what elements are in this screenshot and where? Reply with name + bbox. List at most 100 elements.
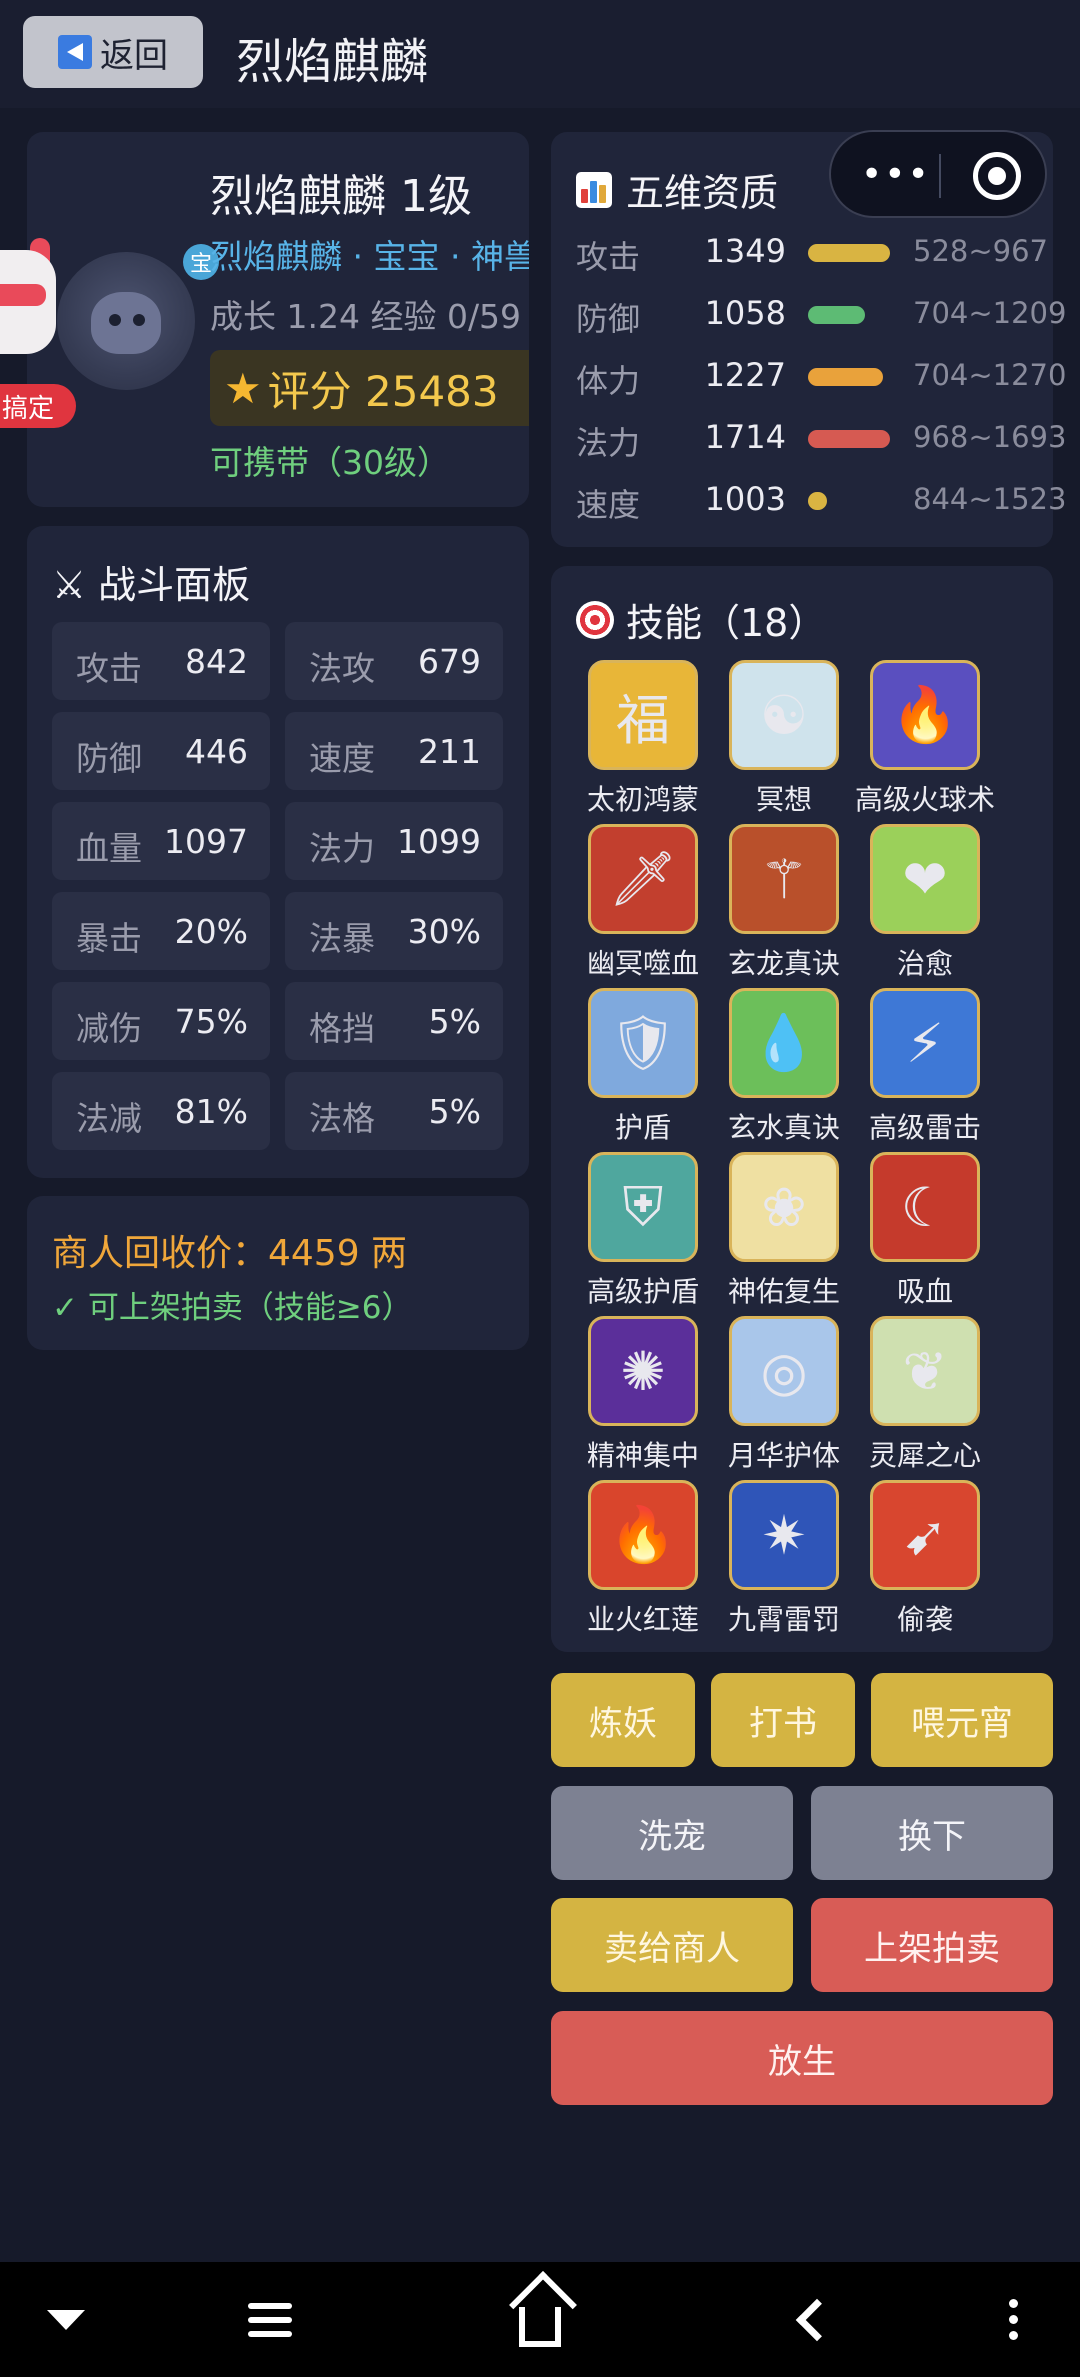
attribute-row: 体力 1227 704~1270 xyxy=(576,352,1066,402)
nav-down-icon[interactable] xyxy=(21,2262,111,2377)
attribute-bar xyxy=(808,492,890,510)
back-nav-icon[interactable] xyxy=(765,2262,855,2377)
skill-item[interactable]: 🔥 业火红莲 xyxy=(573,1480,713,1640)
attribute-value: 1227 xyxy=(704,356,786,394)
battle-stat-label: 防御 xyxy=(76,739,142,778)
wash-pet-button[interactable]: 洗宠 xyxy=(551,1786,793,1880)
sell-merchant-button[interactable]: 卖给商人 xyxy=(551,1898,793,1992)
carry-level: 可携带（30级） xyxy=(210,443,450,482)
score-box: ★ 评分 25483 xyxy=(210,350,529,426)
pet-name-level: 烈焰麒麟 1级 xyxy=(210,171,472,222)
attribute-range: 528~967 xyxy=(913,234,1049,268)
mascot-assistant-icon[interactable] xyxy=(0,238,62,370)
more-icon[interactable]: ••• xyxy=(861,154,931,195)
skill-item[interactable]: 🔥 高级火球术 xyxy=(855,660,995,820)
skill-item[interactable]: 💧 玄水真诀 xyxy=(714,988,854,1148)
battle-stat-value: 211 xyxy=(418,732,481,771)
attribute-bar xyxy=(808,306,890,324)
menu-icon[interactable] xyxy=(225,2262,315,2377)
skill-item[interactable]: ⚡ 高级雷击 xyxy=(855,988,995,1148)
battle-stat-value: 679 xyxy=(418,642,481,681)
page-title: 烈焰麒麟 xyxy=(236,34,429,90)
battle-title: ⚔ 战斗面板 xyxy=(52,554,250,609)
skills-title: 技能（18） xyxy=(576,592,826,647)
attribute-bar-fill xyxy=(808,368,883,386)
battle-stat-value: 446 xyxy=(185,732,248,771)
skill-name: 吸血 xyxy=(896,1275,953,1308)
more-vertical-icon[interactable] xyxy=(968,2262,1058,2377)
attribute-bar xyxy=(808,244,890,262)
battle-stat-label: 法力 xyxy=(309,829,375,868)
skill-item[interactable]: ☾ 吸血 xyxy=(855,1152,995,1312)
battle-stat-label: 法暴 xyxy=(309,919,375,958)
refine-button[interactable]: 炼妖 xyxy=(551,1673,695,1767)
home-icon[interactable] xyxy=(495,2262,585,2377)
skill-item[interactable]: ◎ 月华护体 xyxy=(714,1316,854,1476)
capsule-divider xyxy=(939,154,941,198)
skill-item[interactable]: 🗡 幽冥噬血 xyxy=(573,824,713,984)
attribute-label: 法力 xyxy=(576,424,641,462)
skill-item[interactable]: ❦ 灵犀之心 xyxy=(855,1316,995,1476)
back-button[interactable]: 返回 xyxy=(23,16,203,88)
attribute-bar-fill xyxy=(808,306,865,324)
swap-out-button[interactable]: 换下 xyxy=(811,1786,1053,1880)
close-target-icon[interactable] xyxy=(973,152,1021,200)
skill-icon: 福 xyxy=(588,660,698,770)
pet-info-card: 宝 烈焰麒麟 1级 烈焰麒麟 · 宝宝 · 神兽 成长 1.24 经验 0/59… xyxy=(27,132,529,507)
battle-stat-label: 法减 xyxy=(76,1099,142,1138)
battle-stat-value: 20% xyxy=(174,912,248,951)
skill-icon: ⚚ xyxy=(729,824,839,934)
attributes-title-text: 五维资质 xyxy=(626,171,779,215)
skill-icon: ☯ xyxy=(729,660,839,770)
skill-item[interactable]: ✺ 精神集中 xyxy=(573,1316,713,1476)
battle-stat-cell: 法减 81% xyxy=(52,1072,270,1150)
battle-stat-value: 5% xyxy=(428,1092,481,1131)
battle-stat-label: 格挡 xyxy=(309,1009,375,1048)
skill-name: 九霄雷罚 xyxy=(727,1603,840,1636)
pet-eye-right xyxy=(133,314,145,326)
attribute-bar-fill xyxy=(808,492,827,510)
skill-item[interactable]: 福太初鸿蒙 xyxy=(573,660,713,820)
attribute-value: 1714 xyxy=(704,418,786,456)
back-arrow-icon xyxy=(58,35,92,69)
mascot-label[interactable]: 搞定 xyxy=(0,384,76,428)
release-button[interactable]: 放生 xyxy=(551,2011,1053,2105)
skill-name: 幽冥噬血 xyxy=(586,947,699,980)
pet-avatar[interactable] xyxy=(57,252,195,390)
feed-button[interactable]: 喂元宵 xyxy=(871,1673,1053,1767)
attribute-bar-fill xyxy=(808,244,890,262)
skill-item[interactable]: ✷ 九霄雷罚 xyxy=(714,1480,854,1640)
book-button[interactable]: 打书 xyxy=(711,1673,855,1767)
score-label: 评分 25483 xyxy=(267,366,499,416)
skill-item[interactable]: 🛡 护盾 xyxy=(573,988,713,1148)
battle-stat-value: 1099 xyxy=(397,822,481,861)
skill-item[interactable]: ➹ 偷袭 xyxy=(855,1480,995,1640)
attribute-row: 攻击 1349 528~967 xyxy=(576,228,1049,278)
skill-item[interactable]: ⚚ 玄龙真诀 xyxy=(714,824,854,984)
battle-title-text: 战斗面板 xyxy=(98,563,251,607)
target-icon xyxy=(576,600,614,639)
battle-stat-cell: 减伤 75% xyxy=(52,982,270,1060)
skill-icon: ✷ xyxy=(729,1480,839,1590)
battle-stat-cell: 法格 5% xyxy=(285,1072,503,1150)
skill-icon: ⛨ xyxy=(588,1152,698,1262)
auction-button[interactable]: 上架拍卖 xyxy=(811,1898,1053,1992)
skill-item[interactable]: ⛨ 高级护盾 xyxy=(573,1152,713,1312)
battle-stat-cell: 血量 1097 xyxy=(52,802,270,880)
battle-stat-value: 81% xyxy=(174,1092,248,1131)
skill-name: 高级护盾 xyxy=(586,1275,699,1308)
attribute-label: 体力 xyxy=(576,362,641,400)
battle-stat-label: 血量 xyxy=(76,829,142,868)
auction-eligible: ✓ 可上架拍卖（技能≥6） xyxy=(52,1290,413,1326)
skill-item[interactable]: ❤ 治愈 xyxy=(855,824,995,984)
system-nav-bar xyxy=(0,2262,1080,2377)
skills-title-text: 技能（18） xyxy=(626,601,827,645)
skill-icon: ➹ xyxy=(870,1480,980,1590)
top-bar: 返回 烈焰麒麟 xyxy=(0,0,1080,108)
attribute-label: 速度 xyxy=(576,486,641,524)
battle-stat-value: 5% xyxy=(428,1002,481,1041)
skill-item[interactable]: ☯ 冥想 xyxy=(714,660,854,820)
pet-growth-exp: 成长 1.24 经验 0/59 xyxy=(210,297,522,336)
skill-name: 业火红莲 xyxy=(586,1603,699,1636)
skill-item[interactable]: ❀ 神佑复生 xyxy=(714,1152,854,1312)
